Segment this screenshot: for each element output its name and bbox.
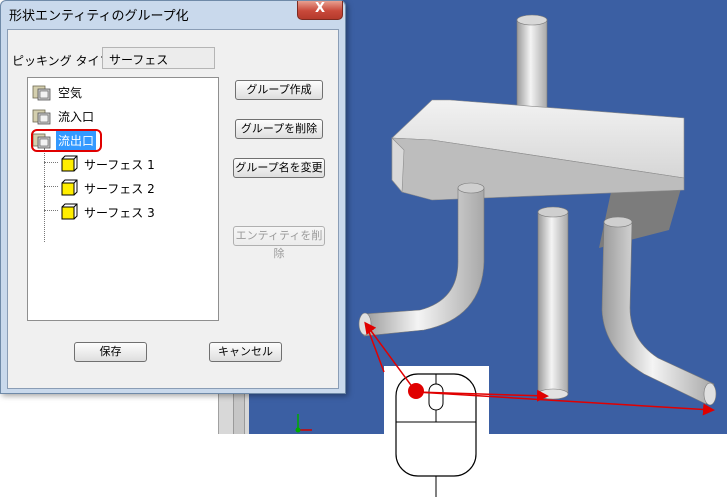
delete-entity-button[interactable]: エンティティを削除 bbox=[233, 226, 325, 260]
save-button[interactable]: 保存 bbox=[74, 342, 147, 362]
title-bar[interactable]: 形状エンティティのグループ化 X bbox=[1, 1, 345, 25]
cancel-button[interactable]: キャンセル bbox=[209, 342, 282, 362]
folder-cube-icon bbox=[32, 85, 51, 101]
picking-type-label: ピッキング タイプ bbox=[12, 54, 112, 68]
dialog-title: 形状エンティティのグループ化 bbox=[9, 9, 189, 24]
tree-child-item[interactable]: サーフェス 3 bbox=[60, 202, 157, 222]
create-group-button[interactable]: グループ作成 bbox=[235, 80, 323, 100]
tree-connector bbox=[44, 162, 58, 163]
tree-group-item[interactable]: 流入口 bbox=[32, 106, 96, 126]
surface-icon bbox=[61, 155, 78, 172]
tree-group-label: 空気 bbox=[58, 85, 83, 100]
delete-group-button[interactable]: グループを削除 bbox=[235, 119, 323, 139]
dialog-body: ピッキング タイプ サーフェス 空気 流入口 流出口 サーフェス 1 サーフェス… bbox=[7, 29, 339, 389]
tree-connector bbox=[44, 186, 58, 187]
picking-type-field[interactable]: サーフェス bbox=[102, 47, 215, 69]
tree-child-label: サーフェス 2 bbox=[84, 181, 155, 196]
tree-child-item[interactable]: サーフェス 1 bbox=[60, 154, 157, 174]
tree-group-label: 流入口 bbox=[58, 109, 95, 124]
tree-child-label: サーフェス 1 bbox=[84, 157, 155, 172]
tree-group-item[interactable]: 空気 bbox=[32, 82, 84, 102]
tree-connector bbox=[44, 210, 58, 211]
group-shape-entities-dialog: 形状エンティティのグループ化 X ピッキング タイプ サーフェス 空気 流入口 … bbox=[0, 0, 346, 394]
group-tree[interactable]: 空気 流入口 流出口 サーフェス 1 サーフェス 2 サーフェス 3 bbox=[27, 77, 219, 321]
close-button[interactable]: X bbox=[297, 1, 343, 20]
selection-highlight-ring bbox=[31, 129, 102, 152]
tree-child-label: サーフェス 3 bbox=[84, 205, 155, 220]
surface-icon bbox=[61, 179, 78, 196]
folder-cube-icon bbox=[32, 109, 51, 125]
rename-group-button[interactable]: グループ名を変更 bbox=[233, 158, 325, 178]
surface-icon bbox=[61, 203, 78, 220]
tree-child-item[interactable]: サーフェス 2 bbox=[60, 178, 157, 198]
